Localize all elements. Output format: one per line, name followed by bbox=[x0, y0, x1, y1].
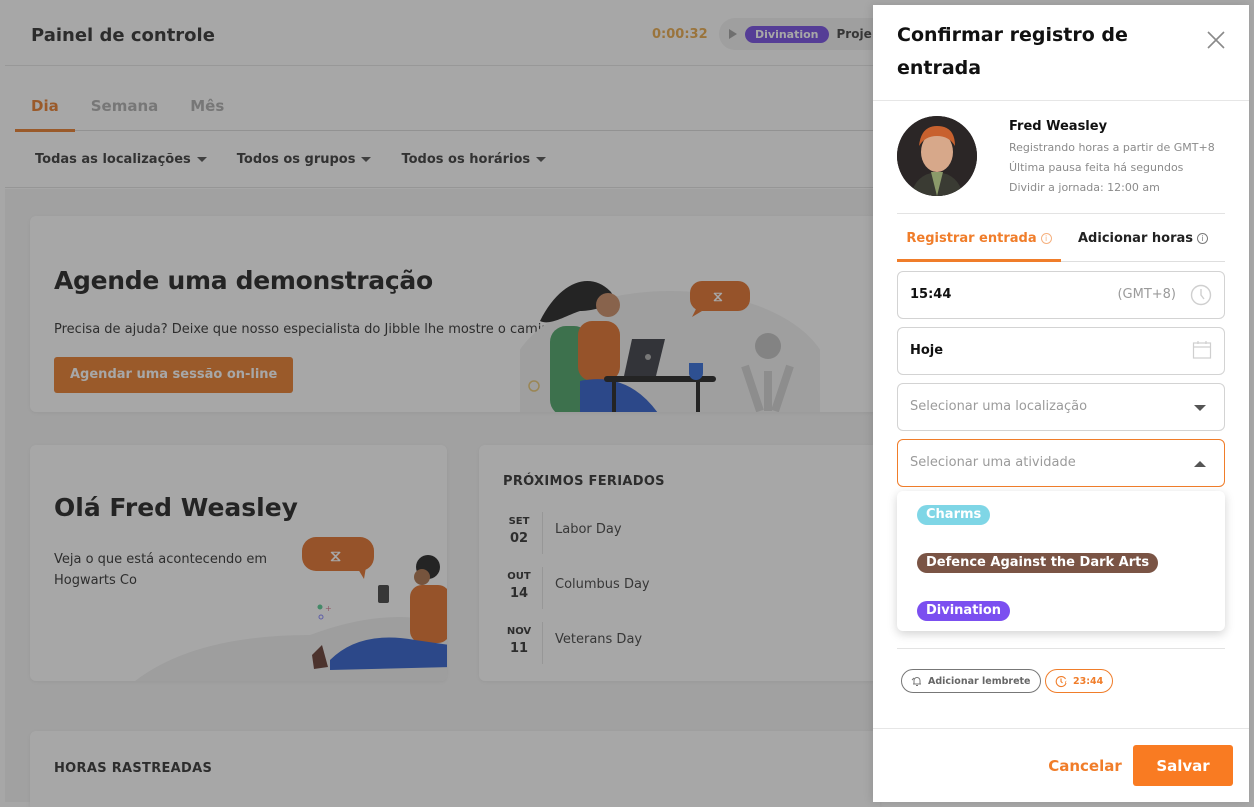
clock-in-panel: Confirmar registro de entrada Fred Weasl… bbox=[873, 5, 1249, 802]
auto-clock-out-time: 23:44 bbox=[1073, 675, 1104, 687]
info-icon[interactable]: i bbox=[1040, 233, 1052, 244]
location-select[interactable]: Selecionar uma localização bbox=[897, 383, 1225, 431]
clock-in-tabs: Registrar entrada i Adicionar horas i bbox=[897, 219, 1225, 262]
tab-label: Registrar entrada bbox=[906, 231, 1037, 246]
activity-option-defence[interactable]: Defence Against the Dark Arts bbox=[917, 553, 1159, 573]
close-icon[interactable] bbox=[1205, 29, 1227, 51]
timezone-label: (GMT+8) bbox=[1117, 287, 1176, 302]
date-input[interactable]: Hoje bbox=[897, 327, 1225, 375]
user-day-split-info: Dividir a jornada: 12:00 am bbox=[1009, 181, 1160, 194]
tab-add-hours[interactable]: Adicionar horas i bbox=[1061, 219, 1225, 261]
info-icon[interactable]: i bbox=[1197, 233, 1208, 244]
save-button[interactable]: Salvar bbox=[1133, 745, 1233, 786]
activity-option-divination[interactable]: Divination bbox=[917, 601, 1011, 621]
caret-down-icon bbox=[1194, 405, 1206, 411]
panel-title: Confirmar registro de entrada bbox=[897, 24, 1128, 79]
clock-icon[interactable] bbox=[1190, 284, 1212, 306]
auto-clock-out-button[interactable]: 23:44 bbox=[1045, 669, 1114, 693]
tab-clock-in[interactable]: Registrar entrada i bbox=[897, 219, 1061, 262]
activity-placeholder: Selecionar uma atividade bbox=[910, 455, 1076, 470]
date-value: Hoje bbox=[910, 343, 944, 358]
divider bbox=[897, 648, 1225, 649]
tab-label: Adicionar horas bbox=[1078, 231, 1193, 246]
add-reminder-button[interactable]: Adicionar lembrete bbox=[901, 669, 1041, 693]
activity-select[interactable]: Selecionar uma atividade bbox=[897, 439, 1225, 487]
footer-divider bbox=[873, 728, 1249, 729]
user-last-break-info: Última pausa feita há segundos bbox=[1009, 161, 1184, 174]
avatar bbox=[897, 116, 977, 196]
cancel-button[interactable]: Cancelar bbox=[1045, 746, 1125, 786]
activity-option-charms[interactable]: Charms bbox=[917, 505, 991, 525]
time-input[interactable]: 15:44 (GMT+8) bbox=[897, 271, 1225, 319]
reminder-label: Adicionar lembrete bbox=[928, 675, 1031, 687]
user-timezone-info: Registrando horas a partir de GMT+8 bbox=[1009, 141, 1215, 154]
clock-out-timer-icon bbox=[1055, 675, 1067, 687]
divider bbox=[897, 213, 1225, 214]
location-placeholder: Selecionar uma localização bbox=[910, 399, 1088, 414]
caret-up-icon bbox=[1194, 461, 1206, 467]
activity-dropdown: Charms Defence Against the Dark Arts Div… bbox=[897, 491, 1225, 631]
bell-icon bbox=[911, 677, 921, 686]
calendar-icon[interactable] bbox=[1192, 340, 1212, 360]
panel-header: Confirmar registro de entrada bbox=[873, 5, 1249, 101]
user-name: Fred Weasley bbox=[1009, 119, 1108, 134]
time-value: 15:44 bbox=[910, 287, 952, 302]
user-info: Fred Weasley Registrando horas a partir … bbox=[897, 116, 1227, 200]
